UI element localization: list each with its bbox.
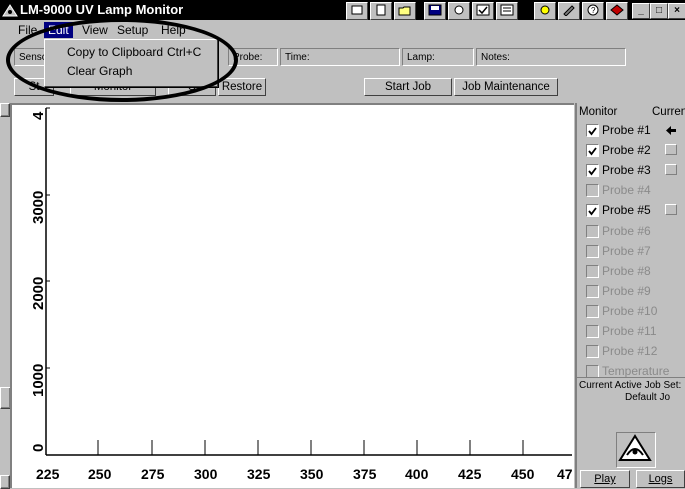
y-tick-label: 0 xyxy=(30,443,47,452)
logs-label: Logs xyxy=(648,473,673,485)
probe-label: Probe #5 xyxy=(602,203,651,218)
y-tick-label: 4 xyxy=(30,111,47,120)
probe-checkbox[interactable] xyxy=(586,124,599,137)
job-set-label: Current Active Job Set: xyxy=(579,380,682,391)
x-tick-label: 325 xyxy=(247,466,271,482)
probe-label: Probe #10 xyxy=(602,303,658,318)
job-set-box: Current Active Job Set: Default Jo xyxy=(577,377,685,423)
x-tick-label: 275 xyxy=(141,466,165,482)
probe-checkbox[interactable] xyxy=(586,144,599,158)
current-column-header: Curren xyxy=(652,106,685,118)
company-logo xyxy=(616,432,656,468)
probe-label: Probe #2 xyxy=(602,143,651,158)
probe-checkbox xyxy=(586,284,599,298)
y-tick-label: 1000 xyxy=(30,363,47,397)
edit-menu-dropdown: Copy to Clipboard Ctrl+C Clear Graph xyxy=(44,39,218,87)
copy-shortcut: Ctrl+C xyxy=(167,45,202,59)
x-tick-label: 450 xyxy=(511,466,535,482)
current-indicator[interactable] xyxy=(665,164,677,176)
x-tick-label: 47 xyxy=(557,466,573,482)
probe-label: Probe #6 xyxy=(602,223,651,238)
probe-checkbox xyxy=(586,244,599,258)
play-label: Play xyxy=(594,473,616,485)
y-tick-label: 2000 xyxy=(30,276,47,310)
current-arrow-icon xyxy=(665,124,677,135)
probe-label: Probe #12 xyxy=(602,344,658,359)
x-tick-label: 350 xyxy=(300,466,324,482)
probe-label: Probe #4 xyxy=(602,183,651,198)
clear-graph-item[interactable]: Clear Graph xyxy=(47,62,213,80)
job-set-value: Default Jo xyxy=(625,392,671,403)
play-button[interactable]: Play xyxy=(580,470,630,488)
y-tick-label: 3000 xyxy=(30,190,47,224)
x-tick-label: 250 xyxy=(88,466,112,482)
probe-checkbox xyxy=(586,325,599,338)
probe-label: Probe #8 xyxy=(602,263,651,278)
copy-to-clipboard-item[interactable]: Copy to Clipboard Ctrl+C xyxy=(47,43,213,61)
probe-label: Probe #3 xyxy=(602,163,651,178)
clear-graph-label: Clear Graph xyxy=(67,64,133,78)
probe-checkbox xyxy=(586,224,599,238)
probe-checkbox xyxy=(586,304,599,318)
probe-checkbox[interactable] xyxy=(586,164,599,178)
probe-checkbox xyxy=(586,345,599,359)
current-indicator[interactable] xyxy=(665,204,677,216)
x-tick-label: 400 xyxy=(405,466,429,482)
x-tick-label: 375 xyxy=(353,466,377,482)
copy-to-clipboard-label: Copy to Clipboard xyxy=(67,45,164,59)
x-tick-label: 225 xyxy=(36,466,60,482)
probe-checkbox[interactable] xyxy=(586,204,599,218)
probe-checkbox xyxy=(586,264,599,278)
probe-label: Probe #9 xyxy=(602,283,651,298)
probe-label: Probe #1 xyxy=(602,123,651,137)
probe-checkbox xyxy=(586,184,599,198)
monitor-column-header: Monitor xyxy=(579,106,618,118)
probe-label: Probe #11 xyxy=(602,324,657,338)
probe-label: Probe #7 xyxy=(602,243,651,258)
x-tick-label: 300 xyxy=(194,466,218,482)
x-tick-label: 425 xyxy=(458,466,482,482)
current-indicator[interactable] xyxy=(665,144,677,156)
logs-button[interactable]: Logs xyxy=(636,470,685,488)
